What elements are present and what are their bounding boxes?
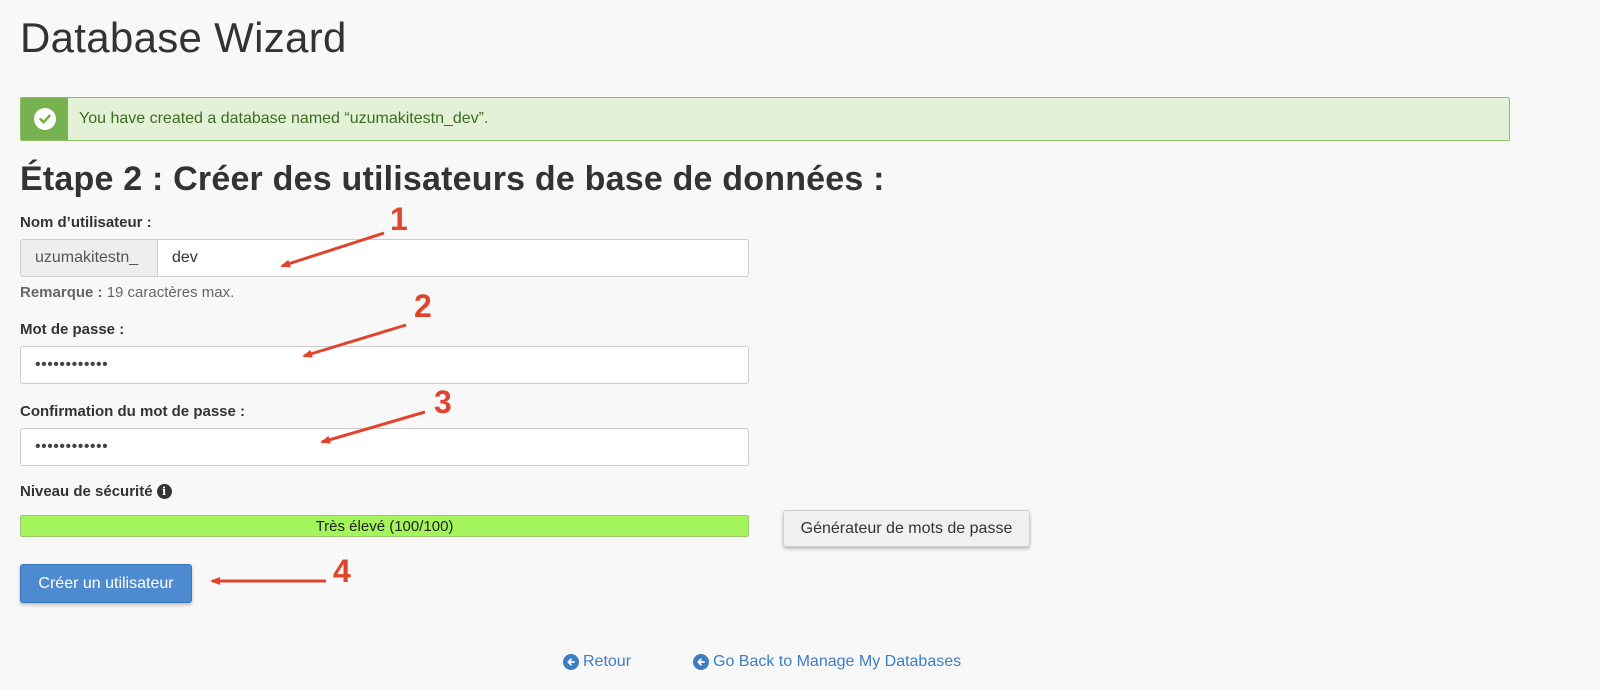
- note-text: 19 caractères max.: [102, 284, 235, 301]
- password-confirm-value: ••••••••••••: [35, 438, 109, 455]
- strength-text: Très élevé (100/100): [315, 517, 454, 535]
- back-link-label: Retour: [583, 653, 632, 670]
- password-generator-button[interactable]: Générateur de mots de passe: [783, 510, 1030, 547]
- check-circle-icon: [33, 108, 56, 130]
- username-prefix: uzumakitestn_: [20, 239, 157, 277]
- username-label: Nom d’utilisateur :: [20, 214, 152, 231]
- database-wizard-page: Database Wizard You have created a datab…: [0, 0, 1600, 689]
- annotation-number-4: 4: [333, 553, 351, 589]
- manage-databases-link[interactable]: Go Back to Manage My Databases: [693, 653, 961, 671]
- manage-databases-link-label: Go Back to Manage My Databases: [713, 653, 962, 670]
- alert-icon-box: [21, 98, 68, 140]
- username-input-group: uzumakitestn_ dev: [20, 239, 749, 277]
- annotation-number-2: 2: [414, 288, 432, 324]
- strength-label-row: Niveau de sécurité i: [20, 483, 172, 500]
- password-value: ••••••••••••: [35, 356, 109, 373]
- annotation-number-1: 1: [390, 201, 408, 237]
- password-input[interactable]: ••••••••••••: [20, 346, 749, 384]
- arrow-left-circle-icon: [693, 654, 709, 670]
- create-user-button[interactable]: Créer un utilisateur: [20, 564, 192, 603]
- back-link[interactable]: Retour: [563, 653, 631, 671]
- note-label: Remarque :: [20, 284, 103, 301]
- annotation-number-3: 3: [434, 384, 452, 420]
- password-label: Mot de passe :: [20, 321, 125, 338]
- arrow-left-circle-icon: [563, 654, 579, 670]
- success-alert: You have created a database named “uzuma…: [20, 97, 1510, 141]
- strength-meter: Très élevé (100/100): [20, 515, 749, 537]
- username-note: Remarque : 19 caractères max.: [20, 284, 234, 301]
- strength-label: Niveau de sécurité: [20, 483, 153, 500]
- password-confirm-input[interactable]: ••••••••••••: [20, 428, 749, 466]
- info-icon[interactable]: i: [156, 484, 172, 499]
- step-title: Étape 2 : Créer des utilisateurs de base…: [20, 160, 885, 198]
- annotation-4: 4: [210, 553, 351, 589]
- username-input[interactable]: dev: [157, 239, 749, 277]
- alert-message: You have created a database named “uzuma…: [79, 110, 489, 127]
- password-confirm-label: Confirmation du mot de passe :: [20, 403, 246, 420]
- page-title: Database Wizard: [20, 14, 347, 61]
